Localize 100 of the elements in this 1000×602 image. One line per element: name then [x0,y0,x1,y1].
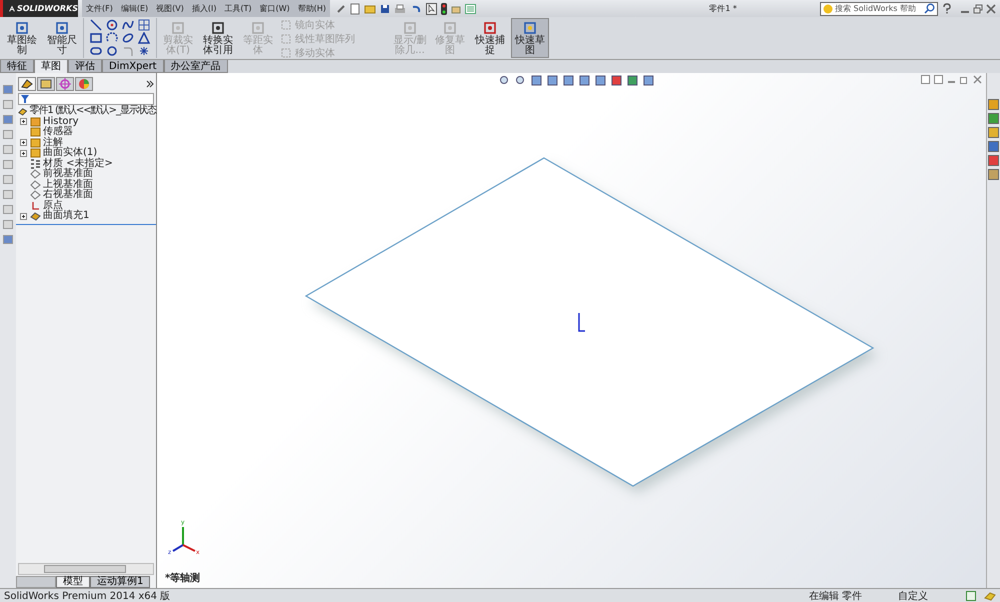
view-tool-icon[interactable] [611,75,622,86]
pin-icon[interactable] [336,4,346,14]
tree-item[interactable]: 传感器 [43,127,73,138]
tree-node-icon [30,116,41,127]
triangle-icon[interactable] [138,32,150,44]
restore-icon[interactable] [973,4,983,14]
tree-item[interactable]: 注解 [43,138,63,148]
tree-item[interactable]: 前视基准面 [43,169,93,180]
tool-icon [523,21,537,35]
view-tool-icon[interactable] [531,75,542,86]
print-icon[interactable] [394,4,406,14]
model-tab[interactable]: 模型 [56,576,90,588]
restore-icon[interactable] [960,75,969,84]
menu-item[interactable]: 帮助(H) [294,3,330,14]
tile-icon[interactable] [921,75,930,84]
tree-item[interactable]: 上视基准面 [43,180,93,190]
command-tab[interactable]: 特征 [0,60,34,73]
task-pane-icon[interactable] [988,127,999,138]
task-pane-icon[interactable] [988,169,999,180]
expand-toggle-icon[interactable] [20,212,27,220]
horizontal-scrollbar[interactable] [18,563,154,575]
tree-node-icon [30,190,41,200]
view-tool-icon[interactable] [547,75,558,86]
circle-icon[interactable] [106,44,118,57]
tree-item[interactable]: 零件1 (默认<<默认>_显示状态 [29,106,156,116]
ribbon-button[interactable]: 草图绘制 [3,18,41,58]
command-tab[interactable]: 评估 [68,60,102,73]
view-tool-icon[interactable] [499,75,510,86]
status-text: 在编辑 零件 [808,590,862,602]
menu-item[interactable]: 插入(I) [188,3,220,14]
spline-icon[interactable] [122,19,134,32]
expand-toggle-icon[interactable] [20,118,27,126]
tree-item[interactable]: 原点 [43,200,63,211]
search-icon[interactable] [924,3,935,14]
rectangle-icon[interactable] [90,32,102,44]
view-tool-icon[interactable] [563,75,574,86]
tree-item[interactable]: 材质 <未指定> [43,158,113,169]
window-title: 零件1 * [708,3,738,14]
circle-icon[interactable] [106,19,118,32]
point-icon[interactable] [138,44,150,57]
command-tab[interactable]: 草图 [34,60,68,73]
tree-node-icon [30,138,41,148]
ribbon-button[interactable]: 快速捕捉 [471,18,509,58]
tree-item[interactable]: History [43,116,79,127]
expand-toggle-icon[interactable] [20,139,27,146]
tree-item[interactable]: 曲面实体(1) [43,148,98,158]
slot-icon[interactable] [90,44,102,57]
part-icon [18,106,28,117]
ribbon-button[interactable]: 转换实体引用 [199,18,237,58]
cursor-icon[interactable] [426,2,438,14]
undo-icon[interactable] [410,4,422,14]
tool-icon [251,21,265,35]
view-tool-icon[interactable] [595,75,606,86]
expand-icon[interactable] [146,80,154,88]
feature-tree-icon[interactable] [18,77,36,91]
filter-field[interactable] [18,93,154,105]
expand-toggle-icon[interactable] [20,150,27,157]
model-tab[interactable]: 运动算例1 [90,576,150,588]
tool-icon [55,21,69,35]
task-pane-icon[interactable] [988,99,999,110]
view-tool-icon[interactable] [627,75,638,86]
traffic-light-icon[interactable] [441,2,448,14]
search-field[interactable]: 搜索 SolidWorks 帮助 [820,2,938,16]
filter-icon [21,95,29,103]
save-icon[interactable] [380,4,390,14]
view-tool-icon[interactable] [579,75,590,86]
command-tab[interactable]: DimXpert [102,60,164,73]
property-icon[interactable] [37,77,55,91]
arc-icon[interactable] [106,32,118,44]
tool-icon [403,21,417,35]
appearance-icon[interactable] [75,77,93,91]
menu-item[interactable]: 编辑(E) [116,3,152,14]
tree-item[interactable]: 曲面填充1 [43,211,90,222]
line-icon[interactable] [90,19,102,32]
menu-item[interactable]: 窗口(W) [256,3,294,14]
tool-icon [483,21,497,35]
ellipse-icon[interactable] [122,32,134,44]
view-name: *等轴测 [165,572,200,585]
app-logo[interactable]: SOLIDWORKS [0,0,78,17]
grid-icon[interactable] [138,19,150,32]
close-icon[interactable] [986,4,996,14]
tool-icon [443,21,457,35]
tag-icon[interactable] [984,590,996,600]
new-document-icon[interactable] [350,2,360,14]
close-icon[interactable] [973,75,982,84]
crosshair-icon[interactable] [56,77,74,91]
tile-icon[interactable] [934,75,943,84]
units-dropdown[interactable]: 自定义 [898,588,928,602]
menu-item[interactable]: 工具(T) [220,3,256,14]
tree-item[interactable]: 右视基准面 [43,190,93,200]
ribbon-button[interactable]: 智能尺寸 [43,18,81,58]
view-tool-icon[interactable] [515,75,526,86]
tree-node-icon [30,211,41,222]
menu-item[interactable]: 文件(F) [82,3,117,14]
menu-item[interactable]: 视图(V) [152,3,188,14]
options-icon[interactable] [451,4,462,14]
ribbon-button[interactable]: 快速草图 [511,18,549,58]
list-icon[interactable] [465,4,476,14]
view-tool-icon[interactable] [643,75,654,86]
command-tab[interactable]: 办公室产品 [164,60,228,73]
